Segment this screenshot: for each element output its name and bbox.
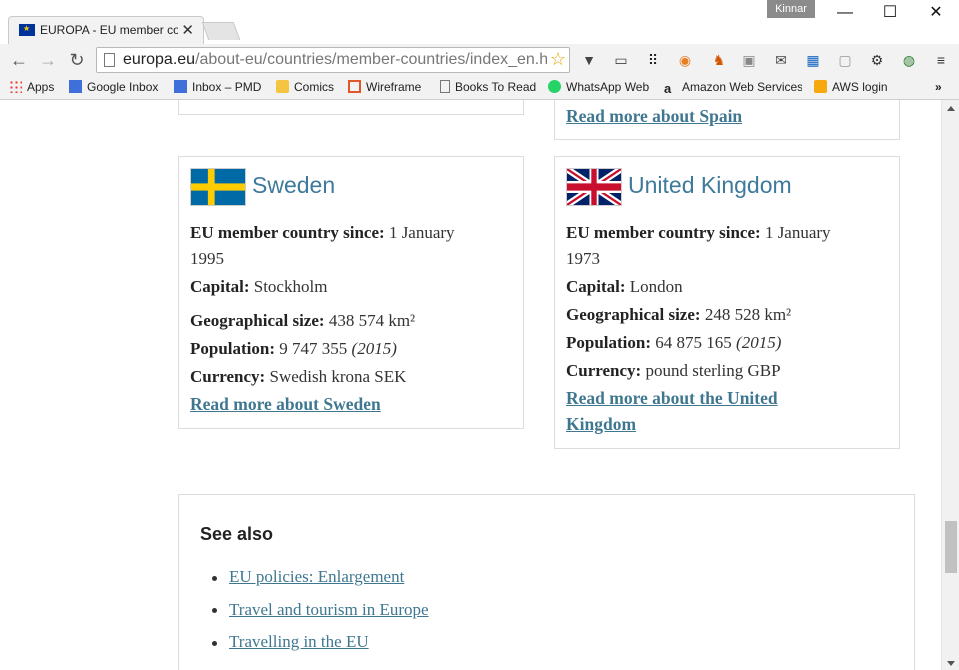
population-line: Population: 64 875 165 (2015) [566, 333, 782, 352]
scrollbar-thumb[interactable] [945, 521, 957, 573]
browser-tab[interactable]: EUROPA - EU member cou ✕ [8, 16, 204, 44]
country-card-partial [178, 100, 524, 115]
country-title[interactable]: United Kingdom [628, 172, 792, 199]
list-bullet [212, 576, 217, 581]
read-more-sweden-link[interactable]: Read more about Sweden [190, 394, 381, 415]
country-card-sweden: Sweden EU member country since: 1 Januar… [178, 156, 524, 429]
vertical-scrollbar[interactable] [941, 100, 959, 670]
inbox-icon [69, 80, 82, 93]
bookmark-inbox-pmd[interactable]: Inbox – PMD [174, 80, 261, 94]
bookmark-label: Google Inbox [87, 80, 159, 94]
list-bullet [212, 641, 217, 646]
bookmark-label: Books To Read [455, 80, 537, 94]
geographical-size-line: Geographical size: 248 528 km² [566, 305, 792, 324]
page-icon [440, 80, 450, 93]
back-icon[interactable]: ← [8, 49, 30, 71]
list-bullet [212, 608, 217, 613]
apps-grid-icon [9, 80, 22, 93]
close-icon[interactable]: ✕ [181, 21, 194, 39]
bookmark-apps[interactable]: Apps [9, 80, 54, 94]
bookmark-label: WhatsApp Web [566, 80, 650, 94]
member-since-line: EU member country since: 1 January [566, 223, 831, 242]
globe-icon[interactable]: ◍ [900, 51, 918, 69]
population-line: Population: 9 747 355 (2015) [190, 339, 397, 358]
country-card-united-kingdom: United Kingdom EU member country since: … [554, 156, 900, 449]
inbox-icon [174, 80, 187, 93]
bookmark-books-to-read[interactable]: Books To Read [440, 80, 536, 94]
see-also-heading: See also [200, 524, 274, 544]
bookmark-whatsapp-web[interactable]: WhatsApp Web [548, 80, 649, 94]
read-more-uk-link[interactable]: Read more about the United [566, 388, 778, 409]
folder-icon [276, 80, 289, 93]
bookmarks-overflow-icon[interactable]: » [935, 80, 942, 94]
united-kingdom-flag-icon [565, 165, 623, 209]
see-also-link-enlargement[interactable]: EU policies: Enlargement [229, 567, 404, 587]
browser-toolbar: ← → ↻ europa.eu/about-eu/countries/membe… [0, 44, 959, 76]
country-title[interactable]: Sweden [252, 172, 335, 199]
reload-icon[interactable]: ↻ [66, 49, 88, 71]
title-bar: EUROPA - EU member cou ✕ Kinnar — ☐ ✕ [0, 0, 959, 44]
new-tab-button[interactable] [201, 22, 241, 40]
member-since-year: 1995 [190, 249, 224, 268]
ghostery-off-icon[interactable]: ♞ [710, 51, 728, 69]
currency-line: Currency: pound sterling GBP [566, 361, 781, 380]
bookmark-label: Inbox – PMD [192, 80, 262, 94]
profile-button[interactable]: Kinnar [767, 0, 815, 18]
bookmark-label: Comics [294, 80, 335, 94]
bookmarks-bar: Apps Google Inbox Inbox – PMD Comics Wir… [0, 76, 959, 100]
calendar-icon[interactable]: ▦ [804, 51, 822, 69]
maximize-icon[interactable]: ☐ [867, 2, 913, 24]
cast-icon[interactable]: ▭ [612, 51, 630, 69]
bookmark-comics[interactable]: Comics [276, 80, 334, 94]
menu-icon[interactable]: ≡ [932, 51, 950, 69]
amazon-icon: a [664, 81, 672, 95]
page-icon [104, 53, 115, 67]
close-window-icon[interactable]: ✕ [913, 2, 959, 24]
bookmark-label: Wireframe [366, 80, 422, 94]
screenshot-icon[interactable]: ▣ [740, 51, 758, 69]
bookmark-google-inbox[interactable]: Google Inbox [69, 80, 158, 94]
currency-line: Currency: Swedish krona SEK [190, 367, 407, 386]
url-path: /about-eu/countries/member-countries/ind… [195, 51, 547, 68]
sweden-flag-icon [190, 168, 246, 206]
capital-line: Capital: London [566, 277, 683, 296]
url-host: europa.eu [123, 51, 196, 68]
apps-grid-icon[interactable]: ⠿ [644, 51, 662, 69]
scroll-down-arrow-icon[interactable] [947, 661, 955, 666]
bookmark-amazon-web-services[interactable]: a Amazon Web Services [664, 80, 802, 95]
bookmark-label: Amazon Web Services [682, 80, 802, 94]
member-since-line: EU member country since: 1 January [190, 223, 455, 242]
bookmark-label: AWS login [832, 80, 888, 94]
scroll-up-arrow-icon[interactable] [947, 106, 955, 111]
gear-icon[interactable]: ⚙ [868, 51, 886, 69]
aws-icon [814, 80, 827, 93]
mail-icon[interactable]: ✉ [772, 51, 790, 69]
see-also-link-travelling-eu[interactable]: Travelling in the EU [229, 632, 369, 652]
member-since-year: 1973 [566, 249, 600, 268]
address-bar[interactable]: europa.eu/about-eu/countries/member-coun… [96, 47, 570, 73]
bookmark-label: Apps [27, 80, 55, 94]
see-also-link-travel-tourism[interactable]: Travel and tourism in Europe [229, 600, 429, 620]
read-more-spain-link[interactable]: Read more about Spain [566, 106, 742, 127]
tab-title: EUROPA - EU member cou [40, 23, 178, 37]
image-icon[interactable]: ▢ [836, 51, 854, 69]
read-more-uk-link-continued[interactable]: Kingdom [566, 414, 636, 435]
pocket-icon[interactable]: ▼ [580, 51, 598, 69]
bookmark-wireframe[interactable]: Wireframe [348, 80, 421, 94]
eu-flag-icon [19, 24, 35, 36]
colorful-extension-icon[interactable]: ◉ [676, 51, 694, 69]
geographical-size-line: Geographical size: 438 574 km² [190, 311, 416, 330]
capital-line: Capital: Stockholm [190, 277, 328, 296]
wireframe-icon [348, 80, 361, 93]
whatsapp-icon [548, 80, 561, 93]
country-card-spain: Read more about Spain [554, 100, 900, 140]
page-content: Read more about Spain Sweden EU member c… [0, 100, 941, 670]
forward-icon[interactable]: → [37, 49, 59, 71]
minimize-icon[interactable]: — [822, 2, 868, 24]
see-also-box: See also EU policies: Enlargement Travel… [178, 494, 915, 670]
bookmark-star-icon[interactable]: ☆ [550, 49, 566, 70]
bookmark-aws-login[interactable]: AWS login [814, 80, 888, 94]
